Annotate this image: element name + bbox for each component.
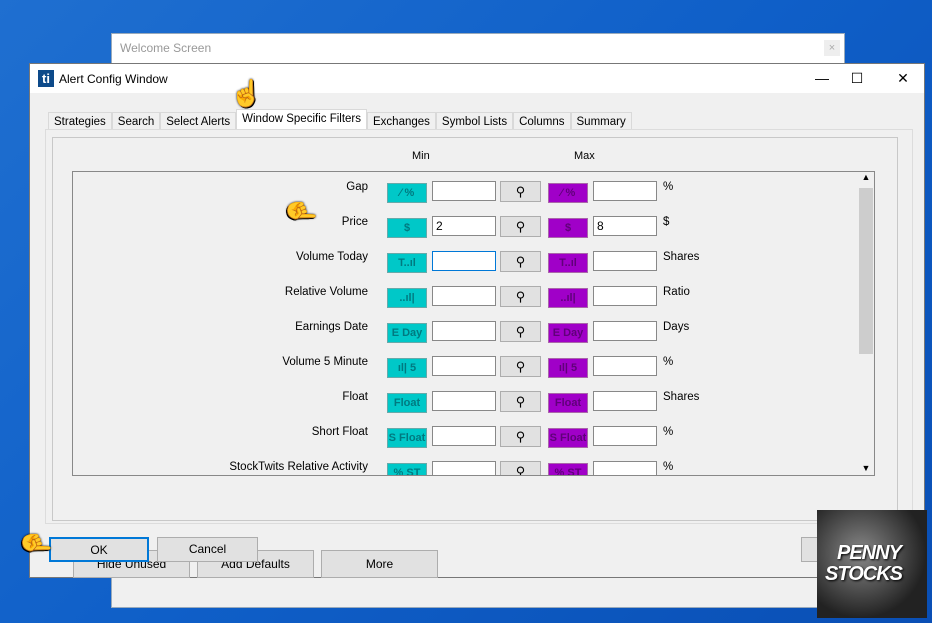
scroll-down-icon[interactable]: ▼ [858, 463, 874, 473]
unit-label: Days [663, 321, 690, 333]
unit-label: % [663, 461, 674, 473]
filter-row: Price $ ⚲ $ $ [73, 215, 863, 238]
tab-window-specific-filters[interactable]: Window Specific Filters [236, 109, 368, 131]
filter-row: StockTwits Relative Activity % ST ⚲ % ST… [73, 460, 863, 475]
hand-cursor-icon: ☝ [230, 78, 263, 108]
unit-label: % [663, 181, 674, 193]
filter-row: Volume Today T..ıl ⚲ T..ıl Shares [73, 250, 863, 273]
filter-label: Short Float [311, 426, 368, 438]
max-input[interactable] [593, 216, 657, 236]
filter-label: Relative Volume [284, 286, 368, 298]
maximize-button[interactable]: ☐ [842, 68, 872, 88]
min-filter-icon[interactable]: % ST [387, 463, 427, 475]
min-filter-icon[interactable]: ıl| 5 [387, 358, 427, 378]
more-button[interactable]: More [321, 550, 438, 578]
scrollbar-thumb[interactable] [859, 188, 873, 354]
search-icon[interactable]: ⚲ [500, 251, 541, 272]
max-input[interactable] [593, 426, 657, 446]
tab-bar: Strategies Search Select Alerts Window Spec… [48, 109, 632, 131]
min-input[interactable] [432, 356, 496, 376]
filter-row: Float Float ⚲ Float Shares [73, 390, 863, 413]
alert-config-window: ti Alert Config Window — ☐ ✕ Strategies S… [29, 63, 925, 578]
logo-text-2: STOCKS [825, 563, 903, 585]
title-bar: ti Alert Config Window — ☐ ✕ [30, 64, 924, 93]
min-filter-icon[interactable]: S Float [387, 428, 427, 448]
penny-stocks-logo: PENNY STOCKS [817, 510, 927, 618]
welcome-close-button[interactable]: × [824, 40, 840, 56]
search-icon[interactable]: ⚲ [500, 426, 541, 447]
search-icon[interactable]: ⚲ [500, 216, 541, 237]
max-input[interactable] [593, 286, 657, 306]
min-filter-icon[interactable]: Float [387, 393, 427, 413]
max-filter-icon[interactable]: Float [548, 393, 588, 413]
filter-row: Volume 5 Minute ıl| 5 ⚲ ıl| 5 % [73, 355, 863, 378]
max-input[interactable] [593, 321, 657, 341]
filter-row: Gap ⁄ % ⚲ ⁄ % % [73, 180, 863, 203]
filter-label: Price [341, 216, 368, 228]
unit-label: Shares [663, 251, 700, 263]
hand-pointer-icon: ☝ [286, 195, 317, 228]
min-header: Min [412, 150, 430, 162]
max-input[interactable] [593, 461, 657, 475]
filter-row: Earnings Date E Day ⚲ E Day Days [73, 320, 863, 343]
filter-row: Relative Volume ..ıl| ⚲ ..ıl| Ratio [73, 285, 863, 308]
min-input[interactable] [432, 321, 496, 341]
vertical-scrollbar[interactable]: ▲ ▼ [858, 172, 874, 475]
filter-label: Earnings Date [295, 321, 368, 333]
search-icon[interactable]: ⚲ [500, 356, 541, 377]
max-header: Max [574, 150, 595, 162]
max-filter-icon[interactable]: $ [548, 218, 588, 238]
unit-label: Shares [663, 391, 700, 403]
min-input[interactable] [432, 216, 496, 236]
unit-label: $ [663, 216, 670, 228]
max-filter-icon[interactable]: ..ıl| [548, 288, 588, 308]
filter-label: StockTwits Relative Activity [229, 461, 368, 473]
max-filter-icon[interactable]: S Float [548, 428, 588, 448]
unit-label: Ratio [663, 286, 690, 298]
min-input[interactable] [432, 461, 496, 475]
window-title: Alert Config Window [59, 72, 168, 86]
max-input[interactable] [593, 391, 657, 411]
min-filter-icon[interactable]: ⁄ % [387, 183, 427, 203]
min-filter-icon[interactable]: T..ıl [387, 253, 427, 273]
max-filter-icon[interactable]: ⁄ % [548, 183, 588, 203]
minimize-button[interactable]: — [807, 68, 837, 88]
filter-label: Gap [346, 181, 368, 193]
min-input[interactable] [432, 251, 496, 271]
unit-label: % [663, 356, 674, 368]
cancel-button[interactable]: Cancel [157, 537, 258, 562]
logo-text-1: PENNY [837, 542, 902, 564]
max-input[interactable] [593, 251, 657, 271]
ok-button[interactable]: OK [49, 537, 149, 562]
scroll-up-icon[interactable]: ▲ [858, 172, 874, 182]
max-filter-icon[interactable]: % ST [548, 463, 588, 475]
search-icon[interactable]: ⚲ [500, 321, 541, 342]
search-icon[interactable]: ⚲ [500, 391, 541, 412]
close-button[interactable]: ✕ [888, 68, 918, 88]
filter-label: Volume 5 Minute [282, 356, 368, 368]
max-filter-icon[interactable]: E Day [548, 323, 588, 343]
max-input[interactable] [593, 181, 657, 201]
max-filter-icon[interactable]: T..ıl [548, 253, 588, 273]
max-filter-icon[interactable]: ıl| 5 [548, 358, 588, 378]
min-input[interactable] [432, 391, 496, 411]
search-icon[interactable]: ⚲ [500, 181, 541, 202]
min-input[interactable] [432, 426, 496, 446]
search-icon[interactable]: ⚲ [500, 461, 541, 475]
filter-label: Float [342, 391, 368, 403]
min-filter-icon[interactable]: E Day [387, 323, 427, 343]
welcome-title: Welcome Screen [112, 34, 844, 63]
filter-row: Short Float S Float ⚲ S Float % [73, 425, 863, 448]
filter-label: Volume Today [295, 251, 368, 263]
app-logo-icon: ti [38, 70, 54, 87]
max-input[interactable] [593, 356, 657, 376]
min-filter-icon[interactable]: $ [387, 218, 427, 238]
filter-list: StockTwits Relative Activity % ST ⚲ % ST… [72, 171, 875, 476]
unit-label: % [663, 426, 674, 438]
search-icon[interactable]: ⚲ [500, 286, 541, 307]
min-input[interactable] [432, 286, 496, 306]
min-filter-icon[interactable]: ..ıl| [387, 288, 427, 308]
min-input[interactable] [432, 181, 496, 201]
hand-pointer-icon: ☝ [21, 527, 52, 560]
